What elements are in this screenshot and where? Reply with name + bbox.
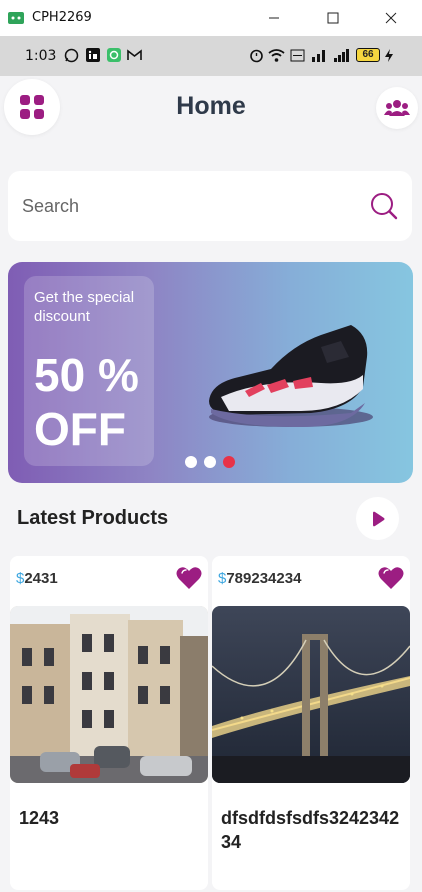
window-titlebar: CPH2269 xyxy=(0,0,422,36)
page-title: Home xyxy=(176,92,246,120)
search-bar[interactable]: Search xyxy=(8,171,412,241)
view-all-button[interactable] xyxy=(356,497,399,540)
battery-level: 66 xyxy=(362,49,374,60)
heart-icon[interactable] xyxy=(176,566,202,590)
alarm-icon xyxy=(250,49,263,63)
product-image xyxy=(212,606,410,783)
heart-icon[interactable] xyxy=(378,566,404,590)
gmail-icon xyxy=(127,49,142,60)
promo-headline: 50 % OFF xyxy=(34,349,139,455)
carousel-dot[interactable] xyxy=(185,456,197,468)
product-price: $789234234 xyxy=(218,570,301,587)
price-value: 789234234 xyxy=(226,570,302,587)
maximize-icon xyxy=(327,12,339,24)
product-card[interactable]: $2431 1243 xyxy=(10,556,208,890)
battery-indicator: 66 xyxy=(356,48,380,62)
product-image xyxy=(10,606,208,783)
promo-subtitle: Get the special discount xyxy=(34,289,135,325)
users-icon xyxy=(384,100,410,116)
maximize-button[interactable] xyxy=(321,6,345,30)
app-icon xyxy=(8,12,24,24)
minimize-icon xyxy=(269,17,279,19)
product-name: dfsdfdsfsdfs324234234 xyxy=(221,808,400,852)
signal-icon-2 xyxy=(334,49,349,62)
product-price: $2431 xyxy=(16,570,58,587)
whatsapp-icon xyxy=(64,48,79,63)
signal-icon xyxy=(312,50,325,62)
carousel-dot[interactable] xyxy=(204,456,216,468)
charging-icon xyxy=(385,49,393,62)
search-icon[interactable] xyxy=(370,192,398,220)
price-value: 2431 xyxy=(24,570,58,587)
linkedin-icon xyxy=(86,48,100,62)
carousel-dot-active[interactable] xyxy=(223,456,235,468)
status-bar: 1:03 66 xyxy=(0,36,422,76)
wifi-icon xyxy=(268,49,285,62)
carousel-dots xyxy=(185,456,235,468)
close-button[interactable] xyxy=(379,6,403,30)
play-icon xyxy=(372,511,384,526)
volte-icon xyxy=(290,49,305,62)
shoe-image xyxy=(209,325,373,427)
users-button[interactable] xyxy=(376,87,418,129)
minimize-button[interactable] xyxy=(262,6,286,30)
search-placeholder: Search xyxy=(22,196,80,216)
product-name: 1243 xyxy=(19,808,60,828)
section-title: Latest Products xyxy=(17,507,169,529)
status-time: 1:03 xyxy=(25,48,57,64)
close-icon xyxy=(385,12,397,24)
promo-card: Get the special discount 50 % OFF xyxy=(24,276,154,466)
window-title: CPH2269 xyxy=(32,10,92,25)
chat-app-icon xyxy=(107,48,121,62)
product-card[interactable]: $789234234 dfsdfdsfsdfs324234234 xyxy=(212,556,410,890)
promo-banner[interactable]: Get the special discount 50 % OFF xyxy=(8,262,413,483)
